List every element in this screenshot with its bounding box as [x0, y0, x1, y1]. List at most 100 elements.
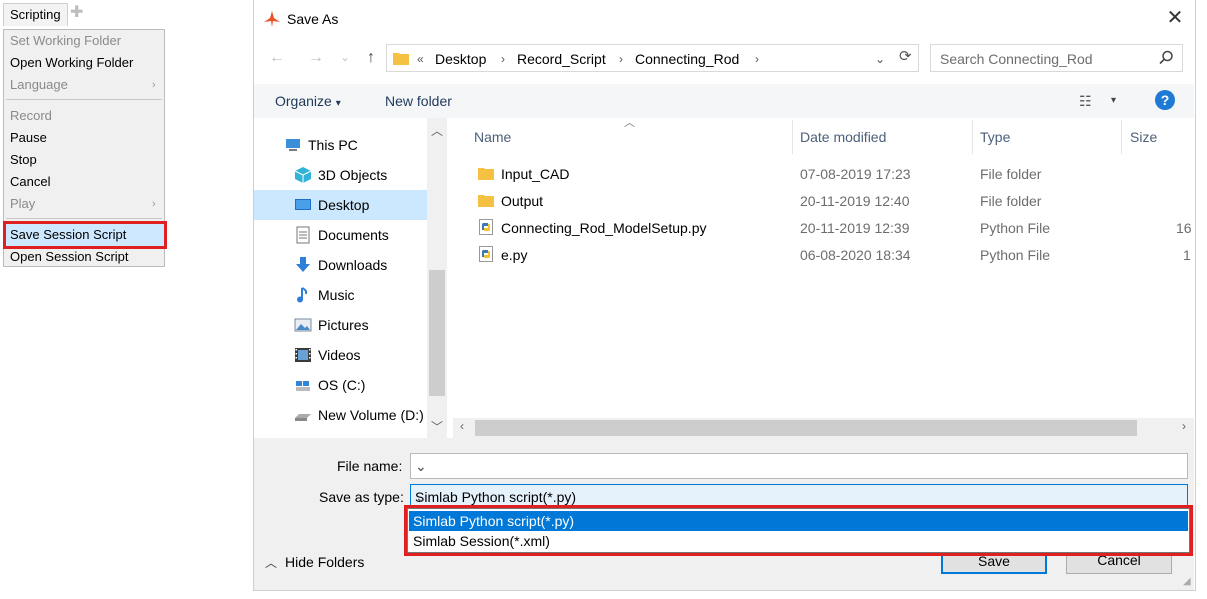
file-date: 20-11-2019 12:40 [800, 193, 910, 209]
nav-item-documents[interactable]: Documents [254, 220, 427, 250]
submenu-arrow-icon: › [152, 198, 156, 210]
view-dropdown-arrow-icon[interactable]: ▾ [1111, 92, 1116, 110]
save-as-type-select[interactable]: Simlab Python script(*.py) ⌄ [410, 484, 1188, 510]
nav-item-pictures[interactable]: Pictures [254, 310, 427, 340]
music-icon [297, 287, 308, 303]
breadcrumb-desktop[interactable]: Desktop [435, 50, 486, 68]
nav-item-music[interactable]: Music [254, 280, 427, 310]
column-header-date-modified[interactable]: Date modified [800, 128, 886, 146]
cancel-button[interactable]: Cancel [1066, 552, 1172, 574]
menu-item-open-working-folder[interactable]: Open Working Folder [10, 53, 133, 73]
scroll-right-icon[interactable]: › [1177, 419, 1191, 433]
scrollbar-thumb[interactable] [429, 270, 445, 396]
command-toolbar: Organize ▾ New folder ☷ ▾ ? [254, 84, 1194, 118]
search-box[interactable]: Search Connecting_Rod [930, 44, 1183, 72]
breadcrumb-separator-icon: › [501, 52, 505, 66]
nav-item-os-c[interactable]: OS (C:) [254, 370, 427, 400]
view-options-icon[interactable]: ☷ [1079, 92, 1092, 110]
menu-item-cancel[interactable]: Cancel [10, 172, 50, 192]
nav-label: Videos [318, 347, 361, 363]
nav-label: Pictures [318, 317, 369, 333]
column-header-type[interactable]: Type [980, 128, 1010, 146]
column-separator[interactable] [1121, 120, 1122, 154]
file-name: Output [501, 193, 544, 209]
column-header-size[interactable]: Size [1130, 128, 1157, 146]
menu-item-language[interactable]: Language › [10, 75, 160, 95]
python-file-icon [479, 219, 493, 235]
file-name-input[interactable]: ⌄ [410, 453, 1188, 479]
menu-item-record[interactable]: Record [10, 106, 52, 126]
add-tab-icon[interactable]: ✚ [70, 5, 84, 21]
address-dropdown-chevron-icon[interactable]: ⌄ [875, 50, 885, 68]
save-type-option[interactable]: Simlab Python script(*.py) [409, 511, 1188, 531]
back-arrow-icon[interactable]: ← [265, 46, 289, 70]
new-folder-button[interactable]: New folder [385, 92, 452, 110]
navigation-pane: This PC 3D Objects Desktop Documents Dow… [254, 118, 427, 438]
file-date: 07-08-2019 17:23 [800, 166, 911, 182]
forward-arrow-icon[interactable]: → [304, 46, 328, 70]
chevron-down-icon[interactable]: ⌄ [415, 488, 1181, 506]
organize-button[interactable]: Organize ▾ [275, 92, 341, 113]
nav-item-videos[interactable]: Videos [254, 340, 427, 370]
submenu-arrow-icon: › [152, 79, 156, 91]
resize-grip-icon[interactable]: ◢ [1183, 577, 1193, 587]
dropdown-arrow-icon: ▾ [335, 98, 341, 109]
file-row[interactable]: Output 20-11-2019 12:40 File folder [470, 188, 1195, 215]
address-bar[interactable]: « Desktop › Record_Script › Connecting_R… [386, 44, 919, 72]
file-name-label: File name: [337, 458, 403, 474]
breadcrumb-record-script[interactable]: Record_Script [517, 50, 606, 68]
scroll-down-icon[interactable]: ﹀ [430, 418, 444, 435]
save-as-type-label: Save as type: [319, 489, 404, 505]
hide-folders-label: Hide Folders [285, 554, 365, 570]
menu-item-save-session-script[interactable]: Save Session Script [3, 221, 167, 249]
chevron-down-icon[interactable]: ⌄ [415, 457, 1181, 475]
file-row[interactable]: Input_CAD 07-08-2019 17:23 File folder [470, 161, 1195, 188]
up-arrow-icon[interactable]: ↑ [359, 46, 383, 70]
scroll-left-icon[interactable]: ‹ [455, 419, 469, 433]
file-row[interactable]: Connecting_Rod_ModelSetup.py 20-11-2019 … [470, 215, 1195, 242]
recent-locations-chevron-icon[interactable]: ⌄ [333, 46, 357, 70]
file-type: File folder [980, 193, 1042, 209]
file-row[interactable]: e.py 06-08-2020 18:34 Python File 1 [470, 242, 1195, 269]
drive-icon [295, 414, 311, 421]
save-type-option[interactable]: Simlab Session(*.xml) [409, 531, 1188, 551]
nav-label: This PC [308, 137, 358, 153]
nav-pane-scrollbar[interactable]: ︿ ﹀ [427, 118, 447, 438]
sort-indicator-icon: ︿ [624, 117, 635, 129]
breadcrumb-connecting-rod[interactable]: Connecting_Rod [635, 50, 739, 68]
column-separator[interactable] [972, 120, 973, 154]
hide-folders-button[interactable]: ︿ Hide Folders [265, 553, 364, 572]
breadcrumb-separator-icon: › [619, 52, 623, 66]
menu-item-play[interactable]: Play › [10, 194, 160, 214]
menu-item-pause[interactable]: Pause [10, 128, 47, 148]
download-icon [296, 257, 310, 272]
nav-item-desktop[interactable]: Desktop [254, 190, 427, 220]
search-placeholder: Search Connecting_Rod [940, 51, 1093, 67]
picture-icon [294, 318, 312, 332]
file-type: Python File [980, 220, 1051, 236]
nav-item-3d-objects[interactable]: 3D Objects [254, 160, 427, 190]
close-icon[interactable]: ✕ [1162, 5, 1188, 31]
column-header-name[interactable]: Name [474, 128, 511, 146]
document-icon [296, 226, 310, 244]
help-icon[interactable]: ? [1155, 90, 1175, 110]
nav-item-downloads[interactable]: Downloads [254, 250, 427, 280]
file-size: 1 [1183, 247, 1191, 263]
save-type-dropdown-list[interactable]: Simlab Python script(*.py) Simlab Sessio… [404, 505, 1193, 556]
save-button[interactable]: Save [941, 552, 1047, 574]
scripting-tab[interactable]: Scripting [3, 3, 68, 26]
refresh-icon[interactable]: ⟳ [899, 48, 912, 66]
nav-label: OS (C:) [318, 377, 366, 393]
nav-item-this-pc[interactable]: This PC [254, 130, 427, 160]
menu-item-stop[interactable]: Stop [10, 150, 37, 170]
nav-item-new-volume-d[interactable]: New Volume (D:) [254, 400, 427, 430]
file-size: 16 [1176, 220, 1192, 236]
scrollbar-thumb[interactable] [475, 420, 1137, 436]
file-list-scrollbar[interactable]: ‹ › [453, 418, 1194, 438]
breadcrumb-overflow[interactable]: « [417, 50, 424, 68]
menu-item-open-session-script[interactable]: Open Session Script [10, 247, 129, 267]
column-separator[interactable] [792, 120, 793, 154]
menu-item-set-working-folder[interactable]: Set Working Folder [10, 31, 121, 51]
scroll-up-icon[interactable]: ︿ [430, 122, 444, 139]
nav-label: 3D Objects [318, 167, 388, 183]
